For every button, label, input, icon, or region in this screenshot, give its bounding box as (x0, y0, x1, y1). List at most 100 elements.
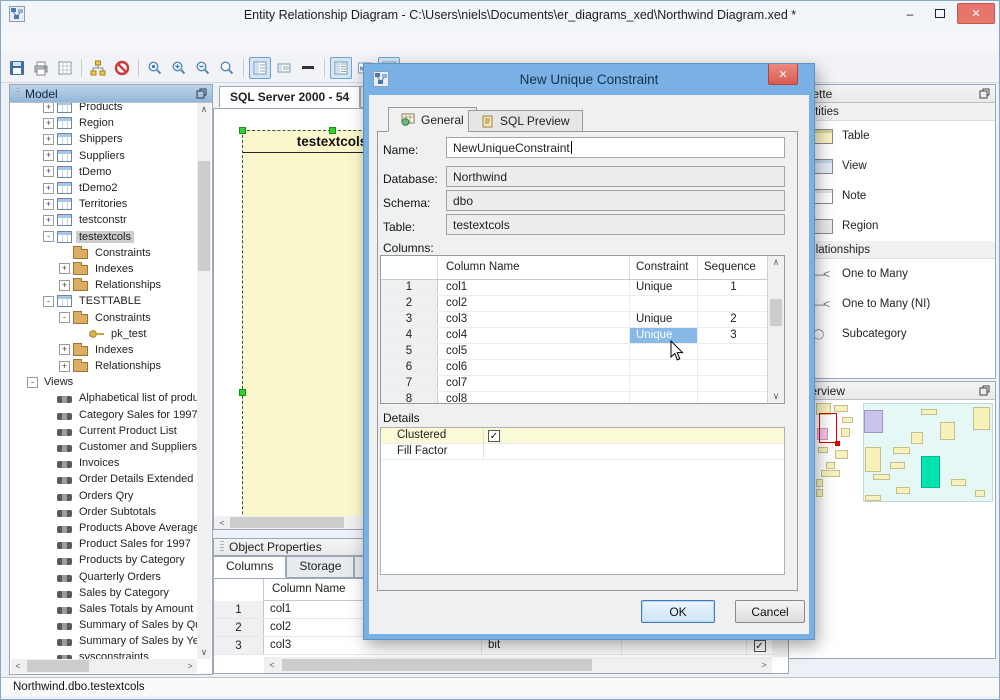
new-sheet-button[interactable] (54, 57, 76, 79)
scroll-thumb[interactable] (282, 659, 592, 671)
tree-item[interactable]: Category Sales for 1997 (11, 407, 197, 423)
tree-horizontal-scrollbar[interactable]: < > (11, 659, 197, 673)
tree-item-label[interactable]: Product Sales for 1997 (76, 538, 194, 550)
tree-item[interactable]: Sales Totals by Amount (11, 601, 197, 617)
expand-toggle[interactable]: - (43, 231, 54, 242)
tree-item[interactable]: + tDemo2 (11, 180, 197, 196)
tree-item[interactable]: Customer and Suppliers l (11, 439, 197, 455)
tree-item-label[interactable]: Quarterly Orders (76, 571, 164, 583)
popout-icon[interactable] (979, 88, 990, 102)
tree-item[interactable]: Constraints (11, 245, 197, 261)
tree-item[interactable]: Orders Qry (11, 488, 197, 504)
tree-item-label[interactable]: Relationships (92, 360, 164, 372)
sequence-cell[interactable]: 3 (698, 328, 769, 343)
panel-grip[interactable] (16, 88, 20, 100)
columns-grid-row[interactable]: 5 col5 (381, 344, 769, 360)
tree-item[interactable]: + Territories (11, 196, 197, 212)
tree-item-label[interactable]: Category Sales for 1997 (76, 409, 197, 421)
tree-item-label[interactable]: Suppliers (76, 150, 128, 162)
view-compact-toggle[interactable] (273, 57, 295, 79)
tree-item[interactable]: sysconstraints (11, 649, 197, 659)
tree-item-label[interactable]: testconstr (76, 214, 130, 226)
selection-handle[interactable] (239, 127, 246, 134)
columns-grid-row[interactable]: 4 col4 Unique 3 (381, 328, 769, 344)
menu-item[interactable] (45, 37, 63, 45)
palette-item[interactable]: View (789, 151, 995, 181)
scroll-thumb[interactable] (770, 299, 782, 326)
scroll-thumb[interactable] (27, 660, 89, 672)
tree-item-label[interactable]: Order Details Extended (76, 473, 196, 485)
selection-handle[interactable] (329, 127, 336, 134)
tree-item-label[interactable]: tDemo2 (76, 182, 121, 194)
minimize-button[interactable]: – (897, 3, 923, 24)
scroll-right-arrow[interactable]: > (183, 659, 197, 672)
tree-item-label[interactable]: Territories (76, 198, 130, 210)
panel-grip[interactable] (220, 541, 224, 553)
columns-grid-scrollbar[interactable]: ∧ ∨ (767, 256, 784, 403)
expand-toggle[interactable]: + (43, 199, 54, 210)
tree-item[interactable]: + Shippers (11, 131, 197, 147)
tree-item-label[interactable]: Invoices (76, 457, 122, 469)
maximize-button[interactable] (927, 3, 953, 24)
expand-toggle[interactable]: - (43, 296, 54, 307)
tree-item[interactable]: + Relationships (11, 358, 197, 374)
tree-item-label[interactable]: Summary of Sales by Qu (76, 619, 197, 631)
tree-vertical-scrollbar[interactable]: ∧ ∨ (197, 103, 211, 659)
expand-toggle[interactable]: + (59, 263, 70, 274)
scroll-left-arrow[interactable]: < (265, 658, 279, 671)
tree-item[interactable]: Order Subtotals (11, 504, 197, 520)
tree-item[interactable]: - Constraints (11, 309, 197, 325)
constraint-cell[interactable]: Unique (630, 280, 698, 295)
tree-item-label[interactable]: Indexes (92, 344, 137, 356)
constraint-cell[interactable] (630, 344, 698, 359)
tree-item-label[interactable]: Shippers (76, 133, 125, 145)
expand-toggle[interactable]: + (43, 103, 54, 113)
palette-item[interactable]: Subcategory (789, 319, 995, 349)
tree-item-label[interactable]: Constraints (92, 247, 154, 259)
tree-item-label[interactable]: Views (41, 376, 76, 388)
name-input[interactable]: NewUniqueConstraint (446, 137, 785, 158)
dialog-title-bar[interactable]: New Unique Constraint ✕ (364, 64, 814, 94)
column-name-cell[interactable]: col5 (438, 344, 630, 359)
tree-item-label[interactable]: Constraints (92, 312, 154, 324)
view-attributes-toggle[interactable] (249, 57, 271, 79)
view-minimal-toggle[interactable] (297, 57, 319, 79)
palette-item[interactable]: Region (789, 211, 995, 241)
tree-item[interactable]: Quarterly Orders (11, 568, 197, 584)
menu-item[interactable] (99, 37, 117, 45)
tree-item[interactable]: + tDemo (11, 164, 197, 180)
palette-item[interactable]: One to Many (NI) (789, 289, 995, 319)
column-name-cell[interactable]: col8 (438, 392, 630, 404)
tree-item[interactable]: Order Details Extended (11, 471, 197, 487)
tree-item[interactable]: - testextcols (11, 229, 197, 245)
tree-item-label[interactable]: Alphabetical list of produ (76, 392, 197, 404)
constraint-cell[interactable]: Unique (630, 312, 698, 327)
menu-item[interactable] (9, 37, 27, 45)
tab-columns[interactable]: Columns (213, 556, 286, 578)
zoom-actual-icon[interactable] (144, 57, 166, 79)
details-row-fill-factor[interactable]: Fill Factor (381, 444, 784, 460)
tree-item-label[interactable]: Relationships (92, 279, 164, 291)
scroll-left-arrow[interactable]: < (11, 659, 25, 672)
nullable-checkbox[interactable]: ✓ (754, 640, 766, 652)
tree-item-label[interactable]: Products by Category (76, 554, 188, 566)
popout-icon[interactable] (196, 88, 207, 102)
menu-item[interactable] (63, 37, 81, 45)
expand-toggle[interactable]: + (59, 344, 70, 355)
tree-item-label[interactable]: Current Product List (76, 425, 180, 437)
sequence-cell[interactable] (698, 344, 769, 359)
tree-item-label[interactable]: Products (76, 103, 125, 113)
print-button[interactable] (30, 57, 52, 79)
menu-item[interactable] (81, 37, 99, 45)
columns-grid-row[interactable]: 7 col7 (381, 376, 769, 392)
tree-item-label[interactable]: Summary of Sales by Yea (76, 635, 197, 647)
save-button[interactable] (6, 57, 28, 79)
palette-item[interactable]: Table (789, 121, 995, 151)
tree-item-label[interactable]: Products Above Average (76, 522, 197, 534)
cancel-button[interactable]: Cancel (735, 600, 805, 623)
tree-item-label[interactable]: tDemo (76, 166, 114, 178)
auto-layout-button[interactable] (87, 57, 109, 79)
expand-toggle[interactable]: + (43, 134, 54, 145)
expand-toggle[interactable]: - (27, 377, 38, 388)
clustered-checkbox[interactable]: ✓ (488, 430, 500, 442)
